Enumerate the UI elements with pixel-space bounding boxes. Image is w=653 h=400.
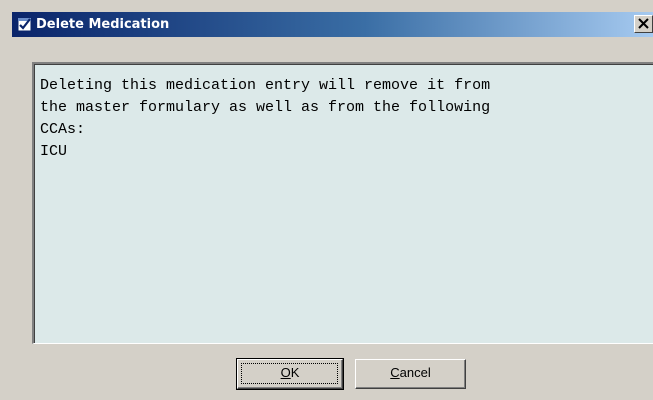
cancel-mnemonic: C xyxy=(390,365,400,380)
message-line: ICU xyxy=(40,143,68,160)
message-text-area[interactable]: Deleting this medication entry will remo… xyxy=(32,62,653,344)
screen: Delete Medication Deleting this medicati… xyxy=(0,0,653,400)
message-line: the master formulary as well as from the… xyxy=(40,99,491,116)
cancel-button-label: Cancel xyxy=(390,365,430,380)
ok-button-label: OK xyxy=(281,365,300,380)
title-bar[interactable]: Delete Medication xyxy=(12,12,653,37)
close-button[interactable] xyxy=(634,15,653,33)
dialog-title: Delete Medication xyxy=(36,17,170,32)
ok-button[interactable]: OK xyxy=(236,358,344,390)
cancel-button[interactable]: Cancel xyxy=(355,359,466,389)
checkmark-window-icon xyxy=(17,17,32,32)
message-line: Deleting this medication entry will remo… xyxy=(40,77,491,94)
close-icon xyxy=(638,18,649,29)
cancel-label-rest: ancel xyxy=(399,365,431,380)
ok-mnemonic: O xyxy=(280,365,291,380)
message-text: Deleting this medication entry will remo… xyxy=(40,75,652,163)
message-line: CCAs: xyxy=(40,121,86,138)
delete-medication-dialog: Delete Medication Deleting this medicati… xyxy=(12,12,653,400)
ok-label-rest: K xyxy=(290,365,300,380)
